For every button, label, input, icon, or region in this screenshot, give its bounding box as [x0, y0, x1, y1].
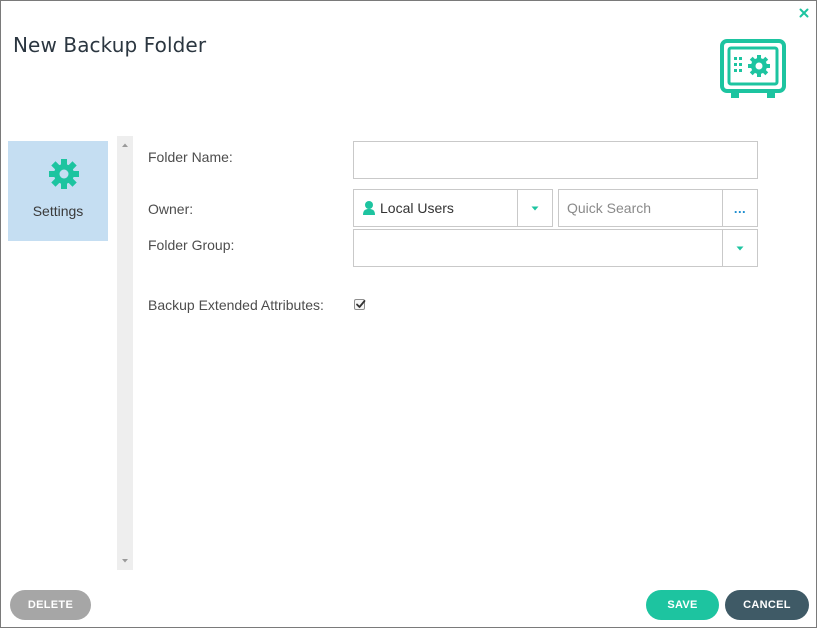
folder-group-label: Folder Group: [148, 237, 235, 253]
more-options-button[interactable]: ... [722, 190, 757, 226]
folder-name-input[interactable] [353, 141, 758, 179]
user-icon [362, 200, 376, 216]
close-icon[interactable] [798, 7, 810, 19]
dialog-title: New Backup Folder [13, 33, 207, 57]
scrollbar[interactable] [117, 136, 133, 570]
chevron-down-icon[interactable] [722, 230, 757, 266]
safe-icon [719, 39, 787, 99]
sidebar-item-settings[interactable]: Settings [8, 141, 108, 241]
folder-name-label: Folder Name: [148, 149, 233, 165]
owner-select-value: Local Users [362, 190, 454, 226]
sidebar-item-label: Settings [32, 203, 84, 219]
owner-quick-search: ... [558, 189, 758, 227]
backup-extended-attributes-label: Backup Extended Attributes: [148, 297, 324, 313]
gear-icon [48, 158, 80, 190]
owner-select[interactable]: Local Users [353, 189, 553, 227]
owner-label: Owner: [148, 201, 194, 217]
backup-extended-attributes-checkbox[interactable] [354, 299, 366, 310]
checkmark-icon [356, 300, 366, 308]
owner-selected-text: Local Users [380, 200, 454, 216]
folder-group-select[interactable] [353, 229, 758, 267]
save-button[interactable]: SAVE [646, 590, 719, 620]
chevron-down-icon[interactable] [517, 190, 552, 226]
scroll-up-icon[interactable] [117, 138, 133, 152]
new-backup-folder-dialog: New Backup Folder Settings Folder Name: … [0, 0, 817, 628]
quick-search-input[interactable] [559, 190, 723, 226]
delete-button[interactable]: DELETE [10, 590, 91, 620]
cancel-button[interactable]: CANCEL [725, 590, 809, 620]
scroll-down-icon[interactable] [117, 554, 133, 568]
